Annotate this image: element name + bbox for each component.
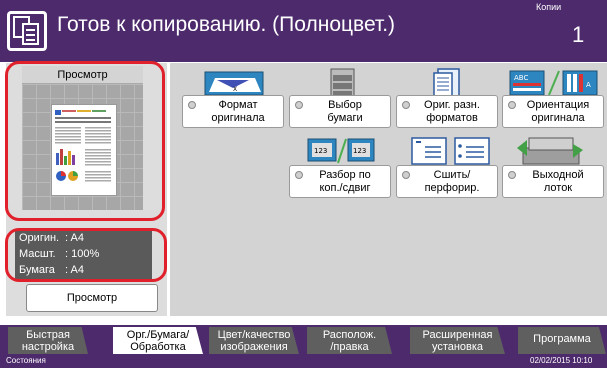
tab-quick-setup[interactable]: Быстрая настройка xyxy=(8,327,88,354)
original-size-button[interactable]: Формат оригинала xyxy=(182,95,284,128)
mixed-size-originals-button[interactable]: Ориг. разн. форматов xyxy=(396,95,498,128)
preview-thumbnail xyxy=(51,104,117,196)
tab-color-image-quality[interactable]: Цвет/качество изображения xyxy=(209,327,299,354)
status-button[interactable]: Состояния xyxy=(6,356,46,365)
svg-text:A: A xyxy=(586,81,591,89)
header-bar: Готов к копированию. (Полноцвет.) Копии … xyxy=(0,0,607,62)
summary-original: Оригин.: A4 xyxy=(19,232,84,244)
status-bar: Состояния 02/02/2015 10:10 xyxy=(0,355,607,368)
staple-punch-button[interactable]: Сшить/перфорир. xyxy=(396,165,498,198)
svg-text:123: 123 xyxy=(353,147,366,155)
copy-icon xyxy=(7,11,47,51)
tab-program[interactable]: Программа xyxy=(518,327,606,354)
status-dot-icon xyxy=(508,101,516,109)
status-dot-icon xyxy=(188,101,196,109)
svg-text:ABC: ABC xyxy=(514,74,528,82)
preview-button[interactable]: Просмотр xyxy=(26,284,158,312)
summary-paper: Бумага: A4 xyxy=(19,264,84,276)
summary-zoom: Масшт.: 100% xyxy=(19,248,100,260)
status-dot-icon xyxy=(295,101,303,109)
svg-text:X: X xyxy=(233,86,237,93)
tab-bar xyxy=(0,325,607,355)
paper-selection-button[interactable]: Выбор бумаги xyxy=(289,95,391,128)
datetime: 02/02/2015 10:10 xyxy=(530,356,593,365)
output-tray-button[interactable]: Выходной лоток xyxy=(502,165,604,198)
collate-offset-button[interactable]: Разбор по коп./сдвиг xyxy=(289,165,391,198)
settings-summary: Оригин.: A4 Масшт.: 100% Бумага: A4 xyxy=(15,230,152,280)
status-dot-icon xyxy=(295,171,303,179)
status-dot-icon xyxy=(402,101,410,109)
copies-count[interactable]: 1 xyxy=(572,22,584,48)
tab-org-paper-finishing[interactable]: Орг./Бумага/Обработка xyxy=(113,327,203,354)
original-orientation-button[interactable]: Ориентация оригинала xyxy=(502,95,604,128)
tab-layout-edit[interactable]: Располож./правка xyxy=(307,327,392,354)
tab-advanced-setup[interactable]: Расширенная установка xyxy=(410,327,505,354)
status-title: Готов к копированию. (Полноцвет.) xyxy=(57,13,396,36)
status-dot-icon xyxy=(402,171,410,179)
status-dot-icon xyxy=(508,171,516,179)
preview-title: Просмотр xyxy=(22,66,143,84)
copies-label: Копии xyxy=(536,2,562,12)
svg-text:123: 123 xyxy=(314,147,327,155)
